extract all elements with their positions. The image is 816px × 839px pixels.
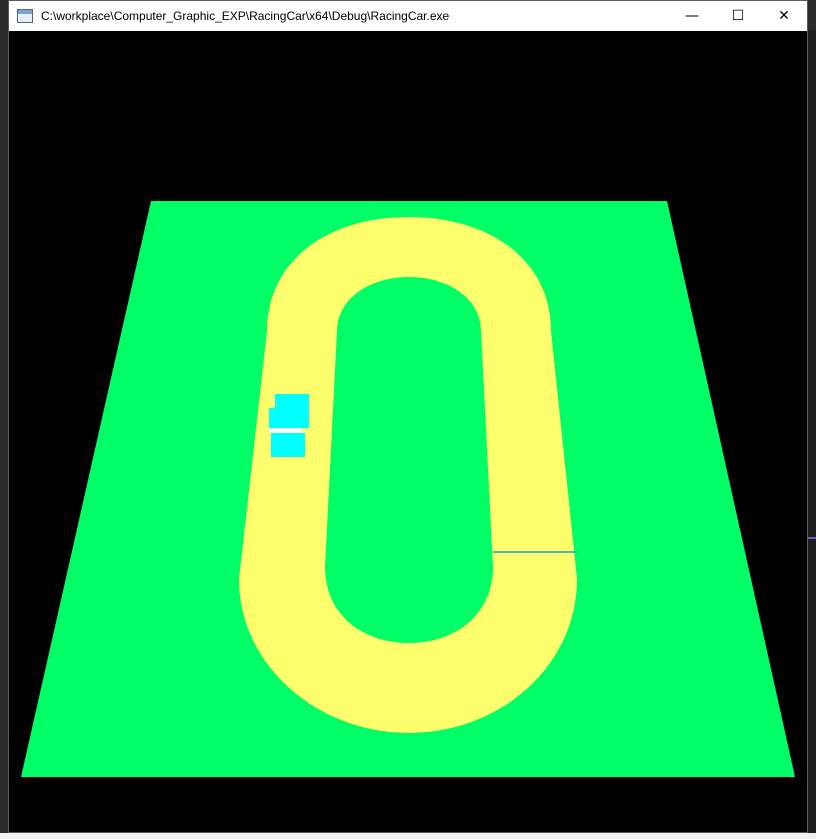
- console-window-icon: [17, 9, 33, 23]
- car-stripe: [269, 428, 302, 433]
- close-button[interactable]: ✕: [761, 1, 807, 31]
- car-body: [271, 433, 305, 457]
- maximize-icon: ☐: [731, 8, 745, 24]
- app-window: C:\workplace\Computer_Graphic_EXP\Racing…: [8, 0, 808, 833]
- title-bar[interactable]: C:\workplace\Computer_Graphic_EXP\Racing…: [9, 1, 807, 31]
- minimize-button[interactable]: —: [669, 1, 715, 31]
- background-window-mark: [808, 537, 816, 539]
- window-title: C:\workplace\Computer_Graphic_EXP\Racing…: [41, 9, 450, 23]
- window-controls: — ☐ ✕: [669, 1, 807, 31]
- close-icon: ✕: [778, 8, 790, 24]
- car-front: [269, 408, 281, 428]
- scene-canvas: [9, 31, 807, 832]
- maximize-button[interactable]: ☐: [715, 1, 761, 31]
- minimize-icon: —: [685, 8, 699, 24]
- render-viewport[interactable]: [9, 31, 807, 832]
- race-car: [269, 394, 309, 457]
- background-window-edge: [808, 30, 816, 833]
- background-taskbar-strip: [0, 833, 816, 839]
- track-infield: [325, 277, 493, 643]
